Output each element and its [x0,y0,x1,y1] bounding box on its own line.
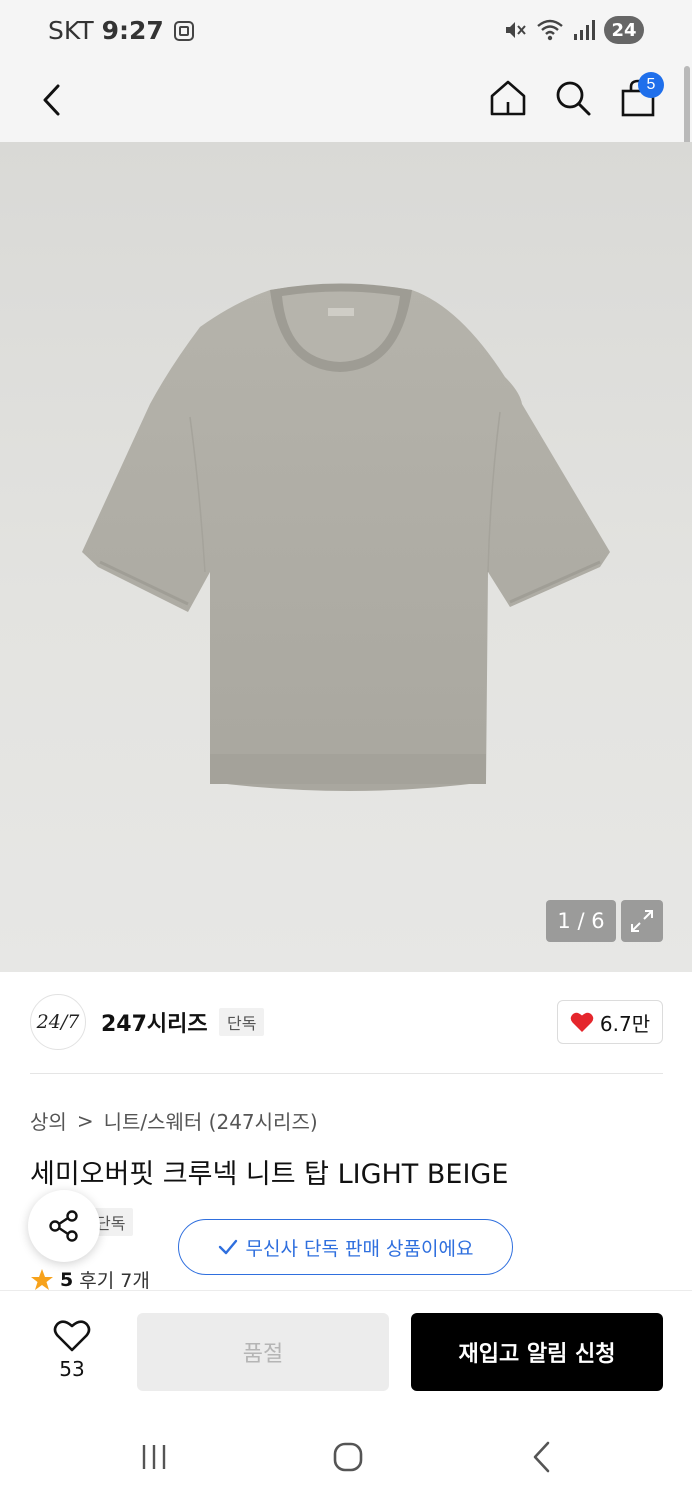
signal-icon [574,20,595,40]
wishlist-button[interactable]: 53 [30,1317,114,1383]
exclusive-tag: 단독 [219,1008,265,1036]
brand-logo[interactable]: 24/7 [30,994,86,1050]
star-icon [31,1268,53,1290]
cart-count-badge: 5 [638,72,664,98]
top-app-bar: 5 [0,62,692,142]
screenshot-icon [173,20,194,41]
heart-outline-icon [53,1320,91,1352]
home-button[interactable] [482,72,534,124]
recent-apps-icon [142,1445,166,1469]
soldout-button: 품절 [137,1313,389,1391]
search-button[interactable] [547,72,599,124]
share-button[interactable] [28,1190,100,1262]
purchase-bar: 53 품절 재입고 알림 신청 [0,1290,692,1412]
wishlist-count: 53 [59,1357,85,1381]
status-bar: SKT 9:27 24 [0,0,692,62]
breadcrumb-item-knit[interactable]: 니트/스웨터 (247시리즈) [104,1106,318,1135]
carrier-label: SKT [48,16,94,45]
image-counter: 1 / 6 [546,900,616,942]
back-nav-icon [533,1441,550,1473]
share-icon [49,1210,78,1242]
divider [30,1073,663,1074]
back-nav-button[interactable] [512,1434,572,1480]
battery-indicator: 24 [604,16,644,44]
product-title: 세미오버핏 크루넥 니트 탑 LIGHT BEIGE [30,1159,509,1190]
review-count[interactable]: 후기 7개 [79,1266,150,1293]
clock: 9:27 [101,16,164,45]
breadcrumb-separator: > [76,1108,94,1133]
breadcrumb: 상의 > 니트/스웨터 (247시리즈) [30,1106,318,1135]
home-nav-button[interactable] [318,1434,378,1480]
system-navigation-bar [0,1412,692,1500]
breadcrumb-item-top[interactable]: 상의 [30,1106,67,1135]
rating-summary[interactable]: 5 후기 7개 [30,1266,150,1293]
home-circle-icon [333,1442,363,1472]
restock-alert-button[interactable]: 재입고 알림 신청 [411,1313,663,1391]
product-image-gallery[interactable] [0,142,692,972]
brand-like-button[interactable]: 6.7만 [557,1000,663,1044]
chevron-left-icon [43,84,60,116]
rating-score: 5 [60,1268,74,1291]
cart-button[interactable]: 5 [612,72,664,124]
search-icon [556,81,591,116]
home-icon [490,80,526,116]
status-right: 24 [502,16,644,44]
recent-apps-button[interactable] [124,1434,184,1480]
brand-name[interactable]: 247시리즈 [101,1006,208,1038]
expand-icon [631,910,653,932]
back-button[interactable] [28,74,76,126]
check-icon [218,1239,237,1255]
wifi-icon [537,19,563,41]
mute-icon [506,22,526,38]
brand-like-count: 6.7만 [599,1011,651,1036]
expand-image-button[interactable] [621,900,663,942]
exclusive-notice-text: 무신사 단독 판매 상품이에요 [245,1237,474,1260]
product-image [82,283,610,791]
exclusive-notice-toast: 무신사 단독 판매 상품이에요 [178,1219,513,1275]
status-left: SKT 9:27 [48,16,196,45]
heart-filled-icon [570,1012,594,1032]
